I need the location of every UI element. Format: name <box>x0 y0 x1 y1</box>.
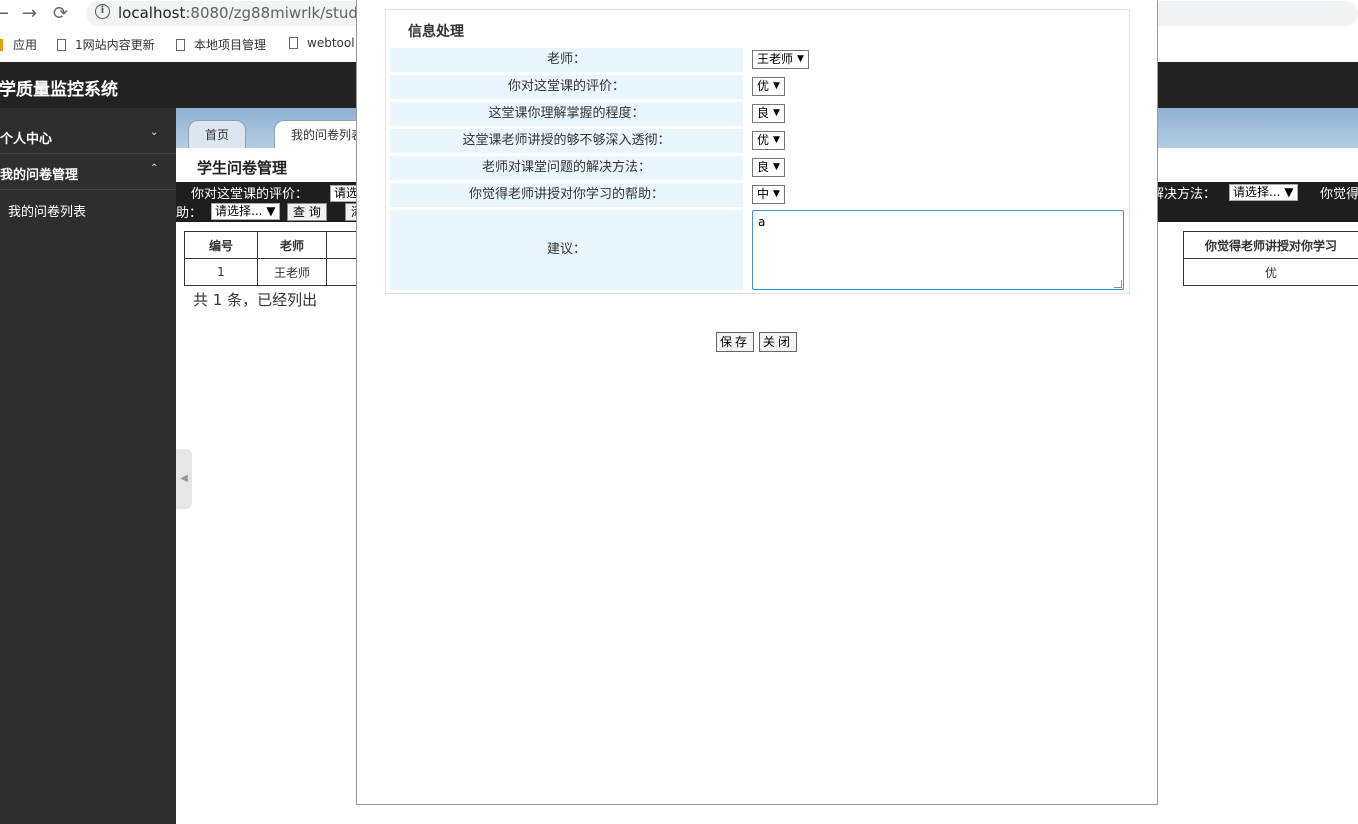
app-title: 教学质量监控系统 <box>0 80 118 100</box>
evaluation-select[interactable]: 优 ▼ <box>752 77 785 96</box>
column-header: 老师 <box>257 231 327 259</box>
select-value: 良 <box>757 106 770 120</box>
form-row-depth: 这堂课老师讲授的够不够深入透彻： 优 ▼ <box>390 129 1127 153</box>
apps-icon <box>0 39 3 51</box>
select-value: 优 <box>757 133 770 147</box>
field-value: 王老师 ▼ <box>752 48 1127 72</box>
column-header: 你觉得老师讲授对你学习 <box>1183 231 1358 259</box>
solution-select[interactable]: 良 ▼ <box>752 158 785 177</box>
dropdown-arrow-icon: ▼ <box>773 108 780 118</box>
form-row-understanding: 这堂课你理解掌握的程度： 良 ▼ <box>390 102 1127 126</box>
bookmark-apps[interactable]: 应用 <box>0 36 37 53</box>
suggestion-label: 建议： <box>390 210 743 290</box>
form-row-help: 你觉得老师讲授对你学习的帮助： 中 ▼ <box>390 183 1127 207</box>
dropdown-arrow-icon: ▼ <box>773 162 780 172</box>
depth-select[interactable]: 优 ▼ <box>752 131 785 150</box>
select-value: 良 <box>757 160 770 174</box>
sidebar: 个人中心 ⌄ 我的问卷管理 ⌃ 我的问卷列表 <box>0 108 176 824</box>
teacher-select[interactable]: 王老师 ▼ <box>752 50 809 69</box>
table-cell: 王老师 <box>257 258 327 286</box>
sidebar-group-label: 个人中心 <box>0 132 53 147</box>
field-label: 老师： <box>390 48 743 72</box>
table-header-row: 编号 老师 <box>184 231 367 259</box>
dropdown-arrow-icon: ▼ <box>773 81 780 91</box>
understanding-select[interactable]: 良 ▼ <box>752 104 785 123</box>
sidebar-group-personal[interactable]: 个人中心 ⌄ <box>0 118 176 154</box>
sidebar-group-questionnaire[interactable]: 我的问卷管理 ⌃ <box>0 154 176 190</box>
chevron-up-icon: ⌃ <box>150 163 159 174</box>
sidebar-item-questionnaire-list[interactable]: 我的问卷列表 <box>8 201 86 220</box>
bookmark-2[interactable]: 本地项目管理 <box>176 36 266 53</box>
questionnaire-table-right-part: 你觉得老师讲授对你学习 优 <box>1183 231 1358 286</box>
edit-dialog: 信息处理 老师： 王老师 ▼ 你对这堂课的评价： 优 ▼ 这堂课你理解掌握的程度： … <box>356 0 1158 805</box>
tab-home[interactable]: 首页 <box>188 120 247 148</box>
table-row[interactable]: 1 王老师 <box>184 258 367 286</box>
field-label: 老师对课堂问题的解决方法： <box>390 156 743 180</box>
info-panel: 信息处理 老师： 王老师 ▼ 你对这堂课的评价： 优 ▼ 这堂课你理解掌握的程度： … <box>385 9 1130 294</box>
save-button[interactable]: 保存 <box>716 332 755 352</box>
dropdown-arrow-icon: ▼ <box>773 189 780 199</box>
field-value: 良 ▼ <box>752 102 1127 126</box>
bookmark-3[interactable]: webtool <box>289 36 355 50</box>
document-icon <box>57 39 66 51</box>
field-value: 良 ▼ <box>752 156 1127 180</box>
select-value: 优 <box>757 79 770 93</box>
page-title: 学生问卷管理 <box>197 159 288 177</box>
field-label: 这堂课老师讲授的够不够深入透彻： <box>390 129 743 153</box>
bookmark-label: webtool <box>307 36 355 50</box>
search-label-help-cont: 助： <box>176 206 203 221</box>
bookmark-label: 应用 <box>13 38 38 52</box>
suggestion-text: a <box>758 215 766 229</box>
table-cell: 1 <box>184 258 258 286</box>
url-text[interactable]: localhost:8080/zg88miwrlk/student/ <box>118 4 388 22</box>
search-label-evaluation: 你对这堂课的评价： <box>191 187 309 202</box>
field-label: 这堂课你理解掌握的程度： <box>390 102 743 126</box>
record-count: 共 1 条，已经列出 <box>193 291 318 309</box>
reload-icon[interactable]: ⟳ <box>53 3 68 24</box>
select-value: 王老师 <box>757 52 794 66</box>
form-row-evaluation: 你对这堂课的评价： 优 ▼ <box>390 75 1127 99</box>
url-host: localhost <box>118 4 186 22</box>
field-value: 中 ▼ <box>752 183 1127 207</box>
document-icon <box>289 37 298 49</box>
form-row-solution: 老师对课堂问题的解决方法： 良 ▼ <box>390 156 1127 180</box>
dropdown-arrow-icon: ▼ <box>797 54 804 64</box>
sidebar-group-label: 我的问卷管理 <box>0 168 79 183</box>
document-icon <box>176 39 185 51</box>
field-label: 你觉得老师讲授对你学习的帮助： <box>390 183 743 207</box>
info-icon[interactable]: i <box>95 4 110 19</box>
bookmark-label: 本地项目管理 <box>194 38 267 52</box>
column-header: 编号 <box>184 231 258 259</box>
field-label: 你对这堂课的评价： <box>390 75 743 99</box>
questionnaire-table: 编号 老师 1 王老师 <box>184 231 367 286</box>
dropdown-arrow-icon: ▼ <box>773 135 780 145</box>
help-select[interactable]: 中 ▼ <box>752 185 785 204</box>
chevron-down-icon: ⌄ <box>150 127 159 138</box>
form-row-teacher: 老师： 王老师 ▼ <box>390 48 1127 72</box>
search-select-solution[interactable]: 请选择... ▼ <box>1229 184 1298 201</box>
sidebar-collapse-handle[interactable]: ◀ <box>176 449 192 509</box>
chevron-left-icon: ◀ <box>180 473 188 484</box>
bookmark-1[interactable]: 1网站内容更新 <box>57 36 155 53</box>
search-label-help: 你觉得 <box>1320 187 1358 202</box>
search-label-solution: 解决方法： <box>1151 187 1217 202</box>
field-value: 优 ▼ <box>752 129 1127 153</box>
suggestion-textarea[interactable]: a <box>752 210 1124 290</box>
forward-arrow-icon[interactable]: → <box>22 3 37 24</box>
resize-grip-icon[interactable] <box>1114 280 1122 288</box>
panel-title: 信息处理 <box>408 24 464 40</box>
bookmark-label: 1网站内容更新 <box>75 38 155 52</box>
table-cell: 优 <box>1183 258 1358 286</box>
back-arrow-icon[interactable]: ← <box>0 3 9 24</box>
field-value: 优 ▼ <box>752 75 1127 99</box>
close-button[interactable]: 关闭 <box>759 332 798 352</box>
query-button[interactable]: 查 询 <box>287 203 327 221</box>
search-select-help[interactable]: 请选择... ▼ <box>211 203 280 220</box>
select-value: 中 <box>757 187 770 201</box>
